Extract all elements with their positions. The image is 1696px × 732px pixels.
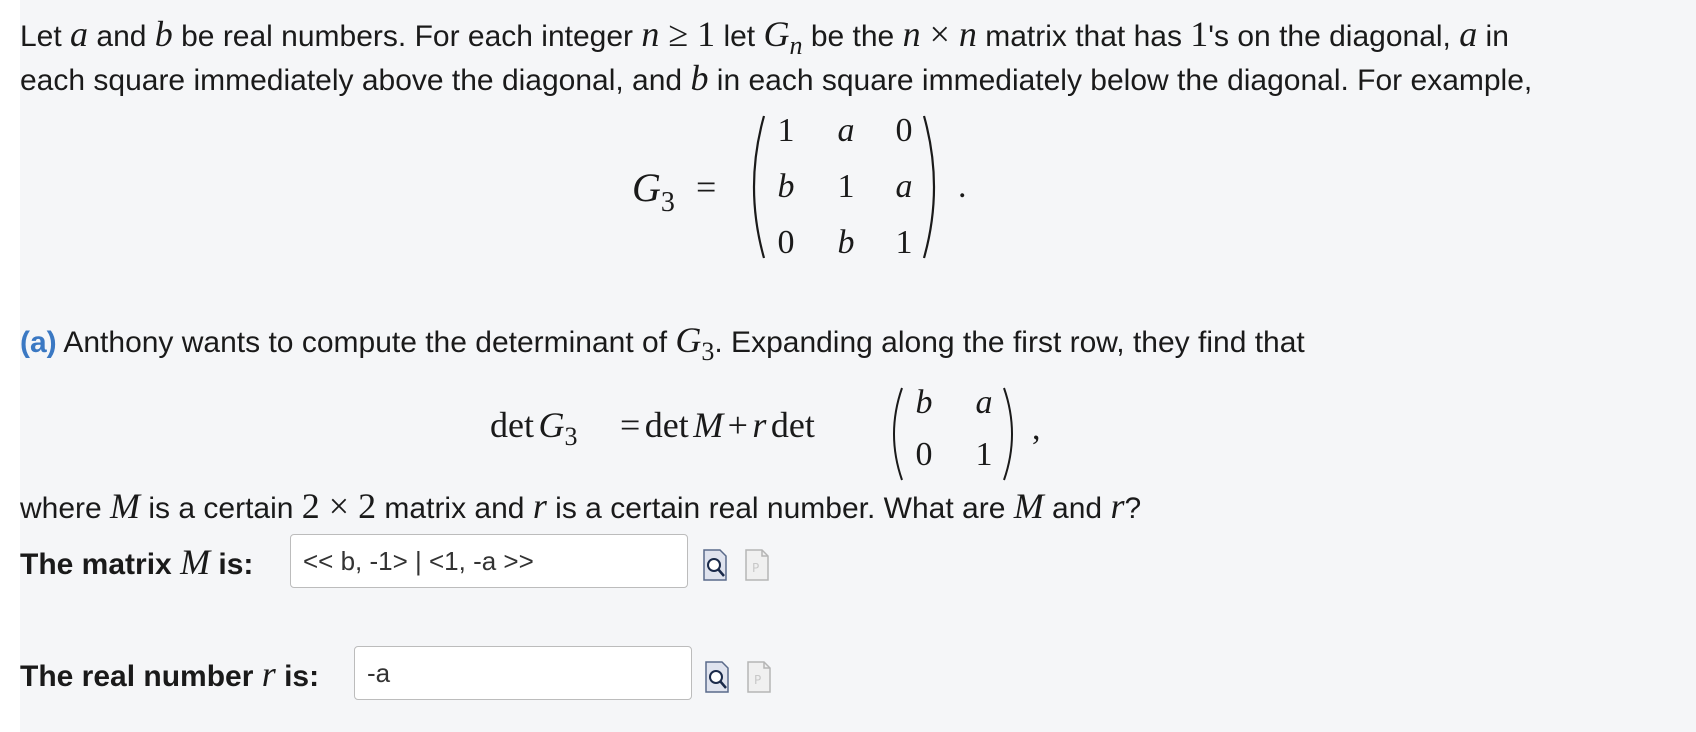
det-rhs: = det M + r det: [620, 404, 815, 446]
matrix-cell: 0: [777, 224, 795, 261]
example-lhs: G3: [632, 164, 675, 218]
intro-line-2: each square immediately above the diagon…: [20, 60, 1532, 99]
matrix-cell: 0: [915, 436, 933, 473]
comma: ,: [1032, 410, 1041, 447]
var-a: a: [70, 14, 89, 54]
subscript: 3: [564, 422, 578, 451]
intro-text: be the: [802, 20, 903, 53]
intro-text: each square immediately above the diagon…: [20, 64, 691, 97]
matrix-cell: a: [975, 384, 993, 421]
answer-label-matrix: The matrix M is:: [20, 544, 253, 583]
subscript: 3: [701, 337, 715, 366]
matrix-cell: 0: [895, 112, 913, 149]
intro-line-1: Let a and b be real numbers. For each in…: [20, 14, 1509, 60]
var-M: M: [110, 486, 141, 526]
intro-text: in each square immediately below the dia…: [708, 64, 1533, 97]
intro-text: and: [88, 20, 155, 53]
var-G: G: [538, 405, 565, 445]
equals-sign: =: [620, 405, 641, 445]
matrix-cell: b: [915, 384, 933, 421]
file-icon[interactable]: P: [744, 548, 770, 582]
period: .: [958, 168, 967, 205]
var-M: M: [180, 542, 211, 582]
var-r: r: [261, 654, 276, 694]
answer-value: -a: [367, 658, 391, 688]
var-M: M: [1013, 486, 1044, 526]
left-paren-icon: [893, 387, 903, 481]
answer-label-text: is:: [210, 548, 254, 581]
det-operator: det: [770, 405, 815, 445]
matrix-cell: a: [837, 112, 855, 149]
where-sentence: where M is a certain 2 × 2 matrix and r …: [20, 488, 1141, 527]
answer-label-text: The real number: [20, 660, 262, 693]
var-r: r: [532, 486, 547, 526]
var-n: n: [958, 14, 977, 54]
matrix-cell: 1: [837, 168, 855, 205]
var-n: n: [902, 14, 921, 54]
part-text: matrix and: [376, 492, 533, 525]
matrix-answer-input[interactable]: << b, -1> | <1, -a >>: [290, 534, 688, 588]
part-text: and: [1043, 492, 1111, 525]
file-icon[interactable]: P: [746, 660, 772, 694]
var-r: r: [752, 405, 767, 445]
math-times: ×: [920, 14, 959, 54]
var-a: a: [1459, 14, 1478, 54]
right-paren-icon: [922, 115, 936, 259]
intro-text: Let: [20, 20, 71, 53]
part-text: . Expanding along the first row, they fi…: [714, 326, 1305, 359]
var-G: G: [675, 320, 702, 360]
matrix-cell: 1: [895, 224, 913, 261]
problem-panel: [20, 0, 1696, 732]
matrix-cell: 1: [777, 112, 795, 149]
answer-value: << b, -1> | <1, -a >>: [303, 546, 534, 576]
var-n: n: [641, 14, 660, 54]
svg-text:P: P: [752, 561, 759, 575]
matrix-cell: a: [895, 168, 913, 205]
var-M: M: [693, 405, 724, 445]
part-text: Anthony wants to compute the determinant…: [56, 326, 676, 359]
det-lhs: det G3: [490, 404, 577, 451]
real-number-answer-input[interactable]: -a: [354, 646, 692, 700]
math-dimension: 2 × 2: [301, 486, 377, 526]
var-b: b: [690, 58, 709, 98]
answer-label-real-number: The real number r is:: [20, 656, 319, 695]
part-text: where: [20, 492, 111, 525]
det-operator: det: [490, 405, 534, 445]
matrix-cell: 1: [975, 436, 993, 473]
var-b: b: [154, 14, 173, 54]
svg-text:P: P: [754, 673, 761, 687]
answer-label-text: The matrix: [20, 548, 181, 581]
answer-label-text: is:: [275, 660, 320, 693]
part-a-sentence: (a) Anthony wants to compute the determi…: [20, 320, 1305, 366]
math-ge: ≥ 1: [659, 14, 716, 54]
preview-icon[interactable]: [704, 660, 730, 694]
preview-icon[interactable]: [702, 548, 728, 582]
part-label: (a): [20, 326, 57, 359]
matrix-cell: b: [837, 224, 855, 261]
part-text: ?: [1124, 492, 1142, 525]
intro-text: matrix that has: [976, 20, 1191, 53]
det-operator: det: [644, 405, 689, 445]
part-text: is a certain real number. What are: [546, 492, 1014, 525]
matrix-cell: b: [777, 168, 795, 205]
intro-text: in: [1477, 20, 1509, 53]
intro-text: let: [715, 20, 764, 53]
plus-sign: +: [727, 405, 748, 445]
var-G: G: [632, 165, 661, 210]
var-r: r: [1110, 486, 1125, 526]
intro-text: 's on the diagonal,: [1208, 20, 1460, 53]
equals-sign: =: [696, 167, 717, 207]
var-G: G: [763, 14, 790, 54]
subscript: 3: [660, 187, 675, 218]
intro-text: be real numbers. For each integer: [172, 20, 642, 53]
left-paren-icon: [752, 115, 766, 259]
math-one: 1: [1190, 14, 1209, 54]
part-text: is a certain: [140, 492, 302, 525]
var-n-sub: n: [789, 31, 803, 60]
